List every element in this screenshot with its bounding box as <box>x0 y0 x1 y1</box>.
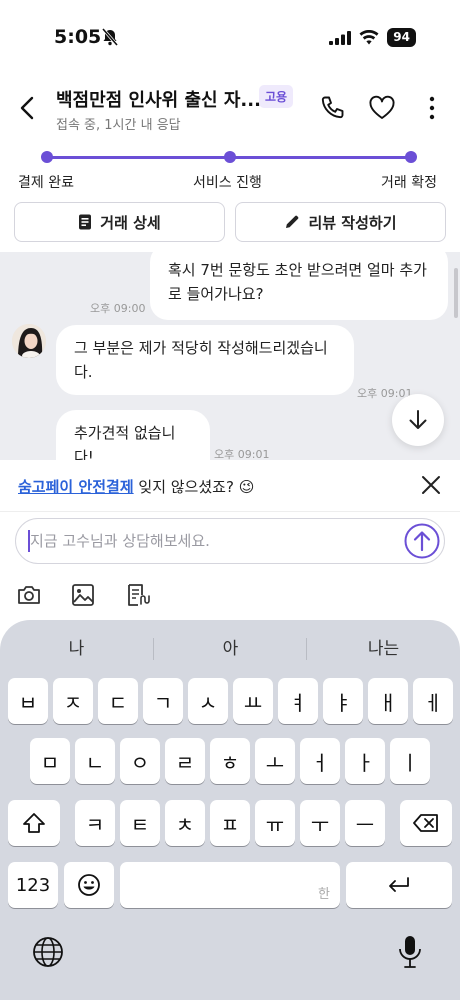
received-message-bubble: 추가견적 없습니다! <box>56 410 210 460</box>
image-icon[interactable] <box>70 582 96 608</box>
backspace-key[interactable] <box>400 800 452 846</box>
key[interactable]: ㅎ <box>210 738 250 784</box>
key[interactable]: ㅂ <box>8 678 48 724</box>
key[interactable]: ㅇ <box>120 738 160 784</box>
suggestion-item[interactable]: 나는 <box>307 634 460 659</box>
pencil-icon <box>286 215 299 228</box>
return-icon <box>389 877 409 892</box>
key[interactable]: ㄴ <box>75 738 115 784</box>
progress-step-dot <box>41 151 53 163</box>
chat-header: 백점만점 인사위 출신 자... 고용 접속 중, 1시간 내 응답 <box>0 76 460 140</box>
key[interactable]: ㅈ <box>53 678 93 724</box>
key[interactable]: ㄹ <box>165 738 205 784</box>
status-badge: 고용 <box>259 85 294 108</box>
progress-step-dot <box>224 151 236 163</box>
return-key[interactable] <box>346 862 452 908</box>
globe-icon[interactable] <box>30 934 66 970</box>
banner-text: 숨고페이 안전결제 잊지 않으셨죠? 😉 <box>18 476 254 497</box>
message-input[interactable] <box>15 518 445 564</box>
sent-message-bubble: 혹시 7번 문항도 초안 받으려면 얼마 추가로 들어가나요? <box>150 252 448 320</box>
banner-message: 잊지 않으셨죠? 😉 <box>133 478 255 496</box>
bell-off-icon <box>102 28 118 46</box>
korean-keyboard: 나 아 나는 ㅂ ㅈ ㄷ ㄱ ㅅ ㅛ ㅕ ㅑ ㅐ ㅔ ㅁ ㄴ ㅇ ㄹ ㅎ ㅗ ㅓ… <box>0 620 460 1000</box>
camera-icon[interactable] <box>16 582 42 608</box>
key[interactable]: ㅣ <box>390 738 430 784</box>
deal-details-label: 거래 상세 <box>100 213 161 232</box>
key[interactable]: ㄷ <box>98 678 138 724</box>
signal-icon <box>329 30 352 45</box>
deal-details-button[interactable]: 거래 상세 <box>14 202 225 242</box>
arrow-down-icon <box>409 410 427 429</box>
write-review-button[interactable]: 리뷰 작성하기 <box>235 202 446 242</box>
scroll-to-bottom-button[interactable] <box>392 394 444 446</box>
status-time: 5:05 <box>54 26 102 48</box>
key[interactable]: ㅓ <box>300 738 340 784</box>
message-time: 오후 09:00 <box>90 302 146 315</box>
write-review-label: 리뷰 작성하기 <box>308 213 397 232</box>
phone-icon[interactable] <box>318 94 346 122</box>
key[interactable]: ㄱ <box>143 678 183 724</box>
key[interactable]: ㅅ <box>188 678 228 724</box>
quote-request-icon[interactable] <box>125 582 151 608</box>
key[interactable]: ㅠ <box>255 800 295 846</box>
emoji-icon <box>78 874 100 896</box>
key[interactable]: ㅕ <box>278 678 318 724</box>
key[interactable]: ㅊ <box>165 800 205 846</box>
space-key[interactable]: 한 <box>120 862 340 908</box>
back-button[interactable] <box>16 94 40 122</box>
avatar-image <box>12 324 46 358</box>
status-bar: 5:05 94 <box>0 0 460 76</box>
battery-indicator: 94 <box>387 28 416 47</box>
message-composer <box>0 512 460 620</box>
key[interactable]: ㅗ <box>255 738 295 784</box>
emoji-key[interactable] <box>64 862 114 908</box>
page-title: 백점만점 인사위 출신 자... <box>56 90 261 111</box>
step-payment-complete: 결제 완료 <box>18 175 74 191</box>
key[interactable]: ㅡ <box>345 800 385 846</box>
suggestion-item[interactable]: 나 <box>0 634 153 659</box>
space-key-hint: 한 <box>318 887 330 902</box>
key[interactable]: ㅌ <box>120 800 160 846</box>
more-options-icon[interactable] <box>418 94 446 122</box>
key[interactable]: ㅑ <box>323 678 363 724</box>
presence-status: 접속 중, 1시간 내 응답 <box>56 118 181 133</box>
key[interactable]: ㅜ <box>300 800 340 846</box>
chat-area[interactable]: 혹시 7번 문항도 초안 받으려면 얼마 추가로 들어가나요? 오후 09:00… <box>0 252 460 460</box>
message-time: 오후 09:01 <box>214 448 270 460</box>
key[interactable]: ㅛ <box>233 678 273 724</box>
action-row: 거래 상세 리뷰 작성하기 <box>0 196 460 252</box>
shift-key[interactable] <box>8 800 60 846</box>
suggestion-item[interactable]: 아 <box>154 634 307 659</box>
suggestion-bar: 나 아 나는 <box>0 630 460 662</box>
numbers-key[interactable]: 123 <box>8 862 58 908</box>
progress-step-dot <box>405 151 417 163</box>
key[interactable]: ㅏ <box>345 738 385 784</box>
document-icon <box>79 214 92 230</box>
scrollbar[interactable] <box>454 268 458 318</box>
microphone-icon[interactable] <box>396 934 424 970</box>
received-message-bubble: 그 부분은 제가 적당히 작성해드리겠습니다. <box>56 325 354 395</box>
deal-progress: 결제 완료 서비스 진행 거래 확정 <box>0 140 460 196</box>
avatar[interactable] <box>12 324 46 358</box>
safe-pay-link[interactable]: 숨고페이 안전결제 <box>18 478 134 496</box>
safe-pay-banner: 숨고페이 안전결제 잊지 않으셨죠? 😉 <box>0 460 460 512</box>
key[interactable]: ㅍ <box>210 800 250 846</box>
key[interactable]: ㅐ <box>368 678 408 724</box>
key[interactable]: ㅔ <box>413 678 453 724</box>
key[interactable]: ㅋ <box>75 800 115 846</box>
shift-icon <box>23 813 45 833</box>
wifi-icon <box>359 30 379 45</box>
send-button[interactable] <box>404 523 440 559</box>
step-service-in-progress: 서비스 진행 <box>193 175 262 191</box>
close-icon[interactable] <box>420 474 442 496</box>
text-caret <box>28 530 30 552</box>
heart-icon[interactable] <box>368 94 396 122</box>
step-deal-confirmed: 거래 확정 <box>381 175 437 191</box>
backspace-icon <box>413 814 438 832</box>
key[interactable]: ㅁ <box>30 738 70 784</box>
